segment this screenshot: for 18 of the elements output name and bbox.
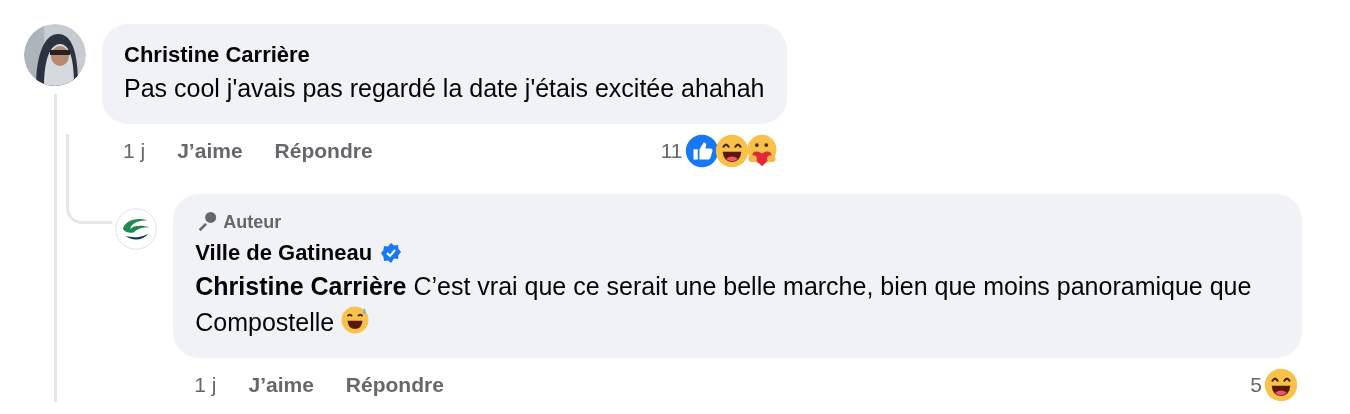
author-name: Ville de Gatineau <box>195 239 373 267</box>
action-link[interactable]: J’aime <box>177 135 243 167</box>
laughing-reaction-icon <box>1264 368 1298 402</box>
author-name: Christine Carrière <box>124 41 311 69</box>
sweat-smile-icon <box>340 305 371 335</box>
timestamp: 1 j <box>123 138 146 165</box>
laughing-reaction-icon <box>714 134 749 168</box>
reaction-count: 5 <box>1250 372 1262 399</box>
author-label: Auteur <box>223 211 282 234</box>
action-link[interactable]: Répondre <box>274 135 373 167</box>
timestamp: 1 j <box>194 372 217 399</box>
reaction-count: 11 <box>660 138 683 165</box>
comment-text: Pas cool j'avais pas regardé la date j'étais excitée ahahah <box>124 73 765 104</box>
action-link[interactable]: J’aime <box>248 369 314 401</box>
reply-text: Christine Carrière C’est vrai que ce serait une belle marche, bien que moins panoramique que Compostelle <box>195 271 1253 338</box>
city-logo-icon <box>115 205 158 253</box>
like-reaction-icon <box>684 134 719 168</box>
action-link[interactable]: Répondre <box>345 369 444 401</box>
